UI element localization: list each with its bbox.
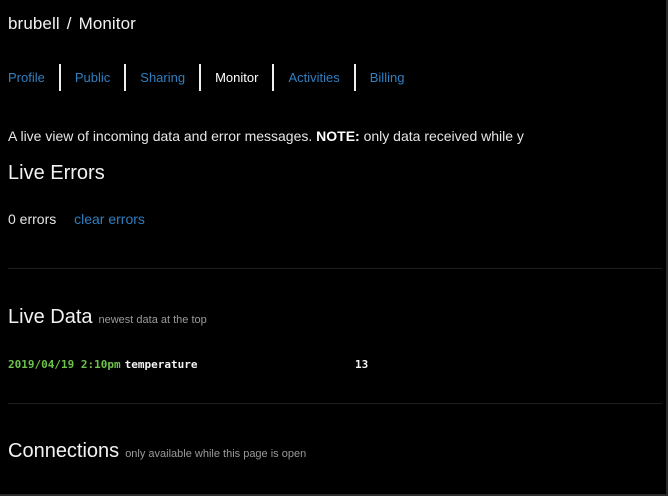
live-errors-heading: Live Errors xyxy=(8,162,105,185)
errors-row: 0 errors clear errors xyxy=(8,211,145,227)
data-key: temperature xyxy=(124,358,198,371)
data-timestamp: 2019/04/19 2:10pm xyxy=(8,358,121,371)
intro-text: A live view of incoming data and error m… xyxy=(8,128,524,144)
breadcrumb-separator: / xyxy=(66,14,72,33)
intro-description: A live view of incoming data and error m… xyxy=(8,128,313,144)
tab-sharing[interactable]: Sharing xyxy=(126,70,199,85)
error-count: 0 errors xyxy=(8,211,57,227)
breadcrumb: brubell / Monitor xyxy=(8,14,136,34)
intro-note-label: NOTE: xyxy=(316,128,360,144)
live-data-row: 2019/04/19 2:10pm temperature 13 xyxy=(8,358,368,371)
live-data-heading: Live Data newest data at the top xyxy=(8,306,207,329)
tab-profile[interactable]: Profile xyxy=(8,70,59,85)
tab-monitor[interactable]: Monitor xyxy=(201,70,272,85)
breadcrumb-user[interactable]: brubell xyxy=(8,14,60,33)
clear-errors-link[interactable]: clear errors xyxy=(74,211,145,227)
data-value: 13 xyxy=(355,358,369,371)
tab-bar: Profile Public Sharing Monitor Activitie… xyxy=(8,64,418,91)
connections-title: Connections xyxy=(8,440,120,462)
breadcrumb-page: Monitor xyxy=(78,14,136,33)
live-errors-title: Live Errors xyxy=(8,162,105,184)
connections-heading: Connections only available while this pag… xyxy=(8,440,306,463)
section-divider xyxy=(8,268,662,269)
live-data-subtitle: newest data at the top xyxy=(98,314,207,326)
tab-billing[interactable]: Billing xyxy=(356,70,419,85)
monitor-page: brubell / Monitor Profile Public Sharing M… xyxy=(0,0,668,496)
intro-note-text: only data received while y xyxy=(363,128,524,144)
tab-activities[interactable]: Activities xyxy=(274,70,353,85)
tab-public[interactable]: Public xyxy=(61,70,124,85)
live-data-title: Live Data xyxy=(8,306,93,328)
section-divider xyxy=(8,403,662,404)
connections-subtitle: only available while this page is open xyxy=(125,448,307,460)
